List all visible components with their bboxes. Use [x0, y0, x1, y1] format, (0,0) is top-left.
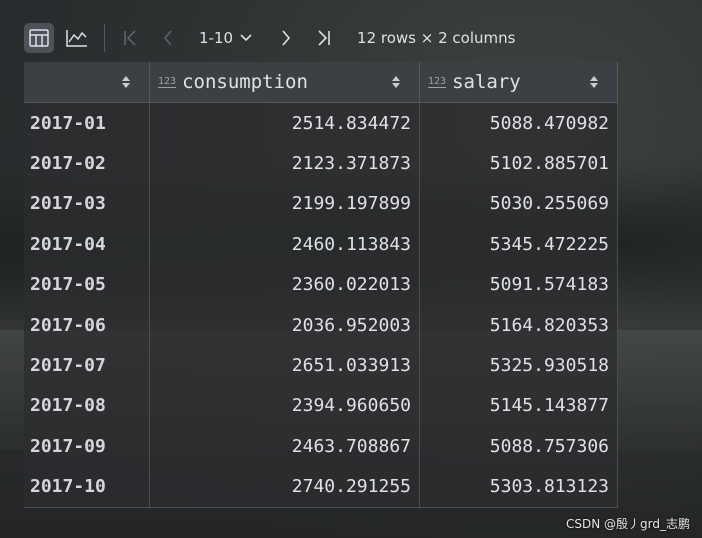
salary-cell[interactable]: 5303.813123: [420, 466, 618, 507]
consumption-cell[interactable]: 2514.834472: [150, 103, 420, 144]
grid-body: 2017-01 2514.834472 5088.470982 2017-02 2123…: [24, 103, 618, 507]
consumption-cell[interactable]: 2460.113843: [150, 224, 420, 265]
salary-cell[interactable]: 5088.470982: [420, 103, 618, 144]
salary-cell[interactable]: 5325.930518: [420, 345, 618, 386]
table-row[interactable]: 2017-05 2360.022013 5091.574183: [24, 264, 618, 305]
index-column-header[interactable]: [24, 62, 150, 102]
consumption-cell[interactable]: 2199.197899: [150, 183, 420, 225]
column-header-label: consumption: [182, 71, 308, 93]
sort-icon[interactable]: [391, 74, 401, 90]
table-row[interactable]: 2017-08 2394.960650 5145.143877: [24, 385, 618, 427]
sort-icon[interactable]: [589, 74, 599, 90]
watermark: CSDN @殷丿grd_志鹏: [566, 517, 690, 531]
row-count-info: 12 rows × 2 columns: [357, 29, 516, 47]
sort-icon[interactable]: [121, 74, 131, 90]
table-row[interactable]: 2017-09 2463.708867 5088.757306: [24, 426, 618, 467]
table-row[interactable]: 2017-10 2740.291255 5303.813123: [24, 466, 618, 507]
row-index-cell[interactable]: 2017-02: [24, 143, 150, 184]
table-row[interactable]: 2017-03 2199.197899 5030.255069: [24, 183, 618, 225]
table-view-icon: [29, 29, 49, 47]
result-toolbar: 1-10 12 rows × 2 columns: [24, 14, 702, 62]
salary-cell[interactable]: 5088.757306: [420, 426, 618, 467]
row-index-cell[interactable]: 2017-01: [24, 103, 150, 144]
salary-cell[interactable]: 5345.472225: [420, 224, 618, 265]
row-index-cell[interactable]: 2017-08: [24, 385, 150, 427]
salary-cell[interactable]: 5102.885701: [420, 143, 618, 184]
salary-cell[interactable]: 5091.574183: [420, 264, 618, 305]
numeric-type-icon: 123: [158, 75, 177, 88]
row-index-cell[interactable]: 2017-06: [24, 304, 150, 346]
toolbar-divider: [104, 24, 105, 52]
salary-column-header[interactable]: 123 salary: [420, 62, 618, 102]
row-index-cell[interactable]: 2017-04: [24, 224, 150, 265]
last-page-button[interactable]: [311, 23, 337, 53]
page-range-selector[interactable]: 1-10: [199, 29, 253, 47]
row-index-cell[interactable]: 2017-10: [24, 466, 150, 507]
chevron-down-icon: [240, 34, 252, 42]
table-view-button[interactable]: [24, 23, 54, 53]
first-page-icon: [124, 30, 136, 46]
chart-view-icon: [66, 30, 87, 47]
chart-view-button[interactable]: [62, 23, 92, 53]
last-page-icon: [318, 30, 330, 46]
salary-cell[interactable]: 5164.820353: [420, 304, 618, 346]
salary-cell[interactable]: 5145.143877: [420, 385, 618, 427]
numeric-type-icon: 123: [428, 75, 447, 88]
table-row[interactable]: 2017-04 2460.113843 5345.472225: [24, 224, 618, 265]
grid-header: 123 consumption 123 salary: [24, 62, 618, 103]
consumption-cell[interactable]: 2740.291255: [150, 466, 420, 507]
consumption-column-header[interactable]: 123 consumption: [150, 62, 420, 102]
consumption-cell[interactable]: 2651.033913: [150, 345, 420, 386]
salary-cell[interactable]: 5030.255069: [420, 183, 618, 225]
table-row[interactable]: 2017-07 2651.033913 5325.930518: [24, 345, 618, 386]
consumption-cell[interactable]: 2036.952003: [150, 304, 420, 346]
next-page-icon: [282, 30, 291, 46]
table-row[interactable]: 2017-02 2123.371873 5102.885701: [24, 143, 618, 184]
consumption-cell[interactable]: 2463.708867: [150, 426, 420, 467]
data-grid: 123 consumption 123 salary 2017-01 2514.8…: [24, 62, 618, 508]
consumption-cell[interactable]: 2394.960650: [150, 385, 420, 427]
row-index-cell[interactable]: 2017-05: [24, 264, 150, 305]
row-index-cell[interactable]: 2017-03: [24, 183, 150, 225]
column-header-label: salary: [452, 71, 521, 93]
consumption-cell[interactable]: 2360.022013: [150, 264, 420, 305]
table-row[interactable]: 2017-06 2036.952003 5164.820353: [24, 304, 618, 346]
row-index-cell[interactable]: 2017-07: [24, 345, 150, 386]
first-page-button[interactable]: [117, 23, 143, 53]
table-row[interactable]: 2017-01 2514.834472 5088.470982: [24, 103, 618, 144]
row-index-cell[interactable]: 2017-09: [24, 426, 150, 467]
next-page-button[interactable]: [273, 23, 299, 53]
previous-page-button[interactable]: [155, 23, 181, 53]
consumption-cell[interactable]: 2123.371873: [150, 143, 420, 184]
previous-page-icon: [163, 30, 172, 46]
page-range-label: 1-10: [199, 29, 234, 47]
